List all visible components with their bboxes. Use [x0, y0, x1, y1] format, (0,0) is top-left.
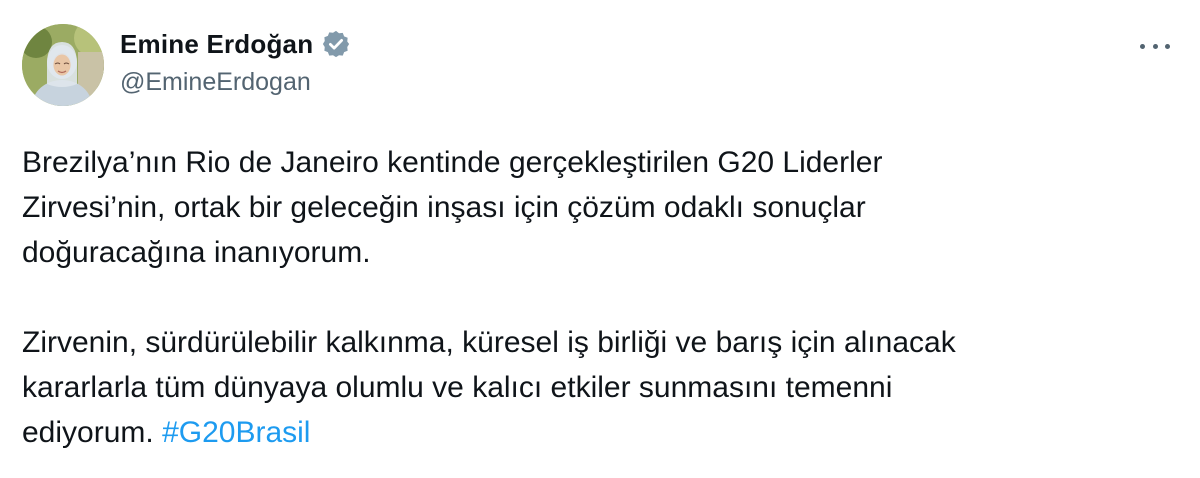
tweet-card: Emine Erdoğan @EmineErdogan Brezilya’nın… — [0, 0, 1200, 478]
tweet-line: Zirvesi’nin, ortak bir geleceğin inşası … — [22, 191, 866, 224]
tweet-text: Brezilya’nın Rio de Janeiro kentinde ger… — [22, 140, 1172, 455]
tweet-line: Zirvenin, sürdürülebilir kalkınma, küres… — [22, 326, 956, 359]
more-dot — [1152, 43, 1158, 49]
more-dot — [1165, 43, 1170, 49]
tweet-line: Brezilya’nın Rio de Janeiro kentinde ger… — [22, 146, 883, 179]
tweet-line: kararlarla tüm dünyaya olumlu ve kalıcı … — [22, 371, 893, 404]
verified-badge-icon — [321, 29, 351, 59]
more-options-icon[interactable] — [1140, 36, 1170, 56]
tweet-paragraph-2: Zirvenin, sürdürülebilir kalkınma, küres… — [22, 320, 1172, 455]
avatar-photo — [22, 24, 104, 106]
author-display-name[interactable]: Emine Erdoğan — [120, 29, 313, 60]
author-handle[interactable]: @EmineErdogan — [120, 68, 351, 97]
more-dot — [1140, 43, 1145, 49]
tweet-header: Emine Erdoğan @EmineErdogan — [120, 26, 351, 97]
tweet-line: ediyorum. — [22, 416, 163, 449]
tweet-paragraph-1: Brezilya’nın Rio de Janeiro kentinde ger… — [22, 140, 1172, 275]
hashtag-link[interactable]: #G20Brasil — [162, 416, 310, 449]
tweet-line: doğuracağına inanıyorum. — [22, 236, 371, 269]
name-row: Emine Erdoğan — [120, 26, 351, 62]
avatar[interactable] — [22, 24, 104, 106]
